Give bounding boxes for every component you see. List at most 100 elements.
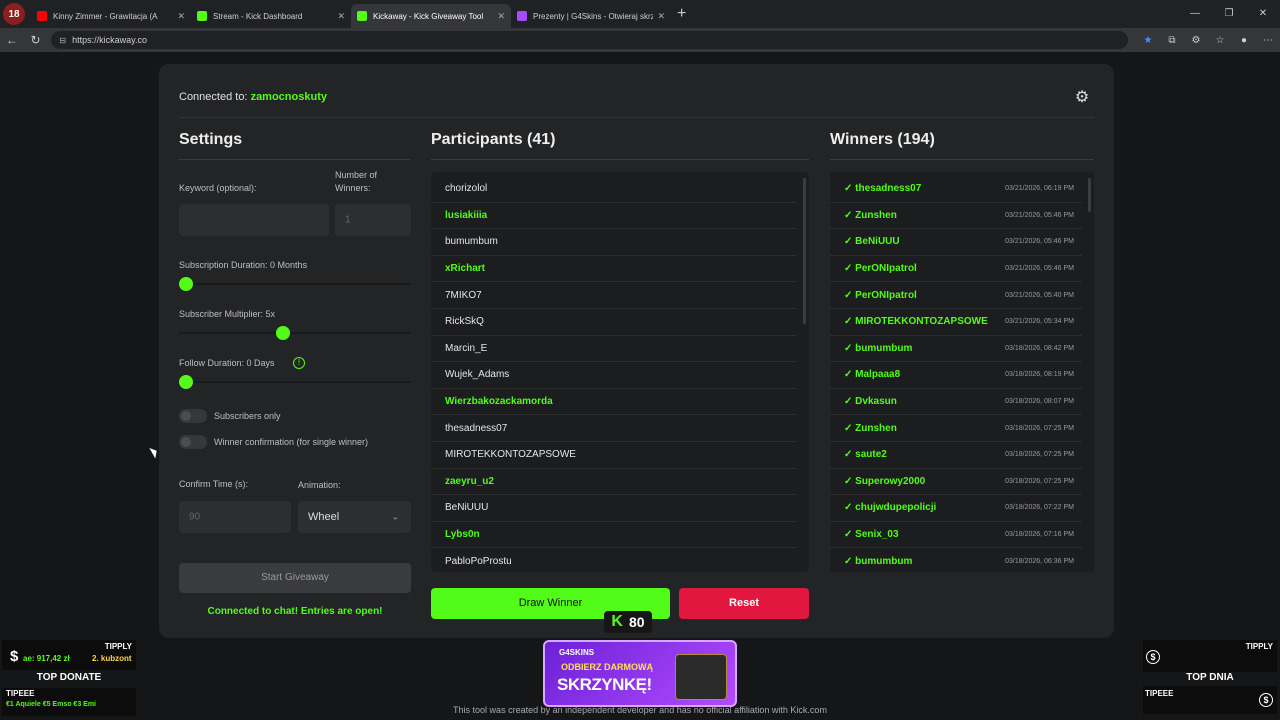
winner-row[interactable]: ✓ Superowy2000 03/18/2026, 07:25 PM (830, 469, 1082, 496)
kick-badge-count: 80 (628, 614, 645, 630)
browser-tab[interactable]: Kinny Zimmer - Grawitacja (A ✕ (31, 4, 191, 28)
subscriber-multiplier-label: Subscriber Multiplier: 5x (179, 309, 276, 319)
winner-confirmation-toggle[interactable] (179, 435, 207, 449)
start-giveaway-button[interactable]: Start Giveaway (179, 563, 411, 593)
tab-close-icon[interactable]: ✕ (497, 11, 505, 22)
winner-row[interactable]: ✓ Zunshen 03/18/2026, 07:25 PM (830, 415, 1082, 442)
promo-line2: SKRZYNKĘ! (557, 675, 652, 694)
site-info-icon[interactable]: ⊟ (59, 36, 66, 45)
winner-name: ✓ Dvkasun (844, 396, 897, 408)
tipeee-left-label: TIPEEE (6, 689, 35, 698)
winner-row[interactable]: ✓ bumumbum 03/18/2026, 08:42 PM (830, 336, 1082, 363)
subscriber-multiplier-track[interactable] (179, 332, 411, 334)
winner-row[interactable]: ✓ BeNiUUU 03/21/2026, 05:46 PM (830, 229, 1082, 256)
subscriber-multiplier-slider-handle[interactable] (275, 326, 290, 340)
top-donor-rank: 2. kubzont (92, 654, 132, 663)
tab-close-icon[interactable]: ✕ (177, 11, 185, 22)
participant-row[interactable]: zaeyru_u2 (431, 469, 797, 496)
tab-close-icon[interactable]: ✕ (657, 11, 665, 22)
participant-row[interactable]: xRichart (431, 256, 797, 283)
url-field[interactable]: ⊟ https://kickaway.co (51, 31, 1128, 49)
winner-row[interactable]: ✓ chujwdupepolicji 03/18/2026, 07:22 PM (830, 495, 1082, 522)
g4skins-promo-banner[interactable]: G4SKINS ODBIERZ DARMOWĄ SKRZYNKĘ! (543, 640, 737, 707)
browser-tab[interactable]: Stream - Kick Dashboard ✕ (191, 4, 351, 28)
confirm-time-placeholder: 90 (189, 511, 201, 523)
participants-scrollbar[interactable] (803, 178, 806, 324)
winner-row[interactable]: ✓ MIROTEKKONTOZAPSOWE 03/21/2026, 05:34 P… (830, 309, 1082, 336)
participant-row[interactable]: lusiakiiia (431, 203, 797, 230)
winner-name: ✓ MIROTEKKONTOZAPSOWE (844, 316, 988, 328)
participant-row[interactable]: Wierzbakozackamorda (431, 389, 797, 416)
winner-row[interactable]: ✓ Zunshen 03/21/2026, 05:46 PM (830, 203, 1082, 230)
participant-row[interactable]: thesadness07 (431, 415, 797, 442)
browser-tab[interactable]: Prezenty | G4Skins - Otwieraj skrz ✕ (511, 4, 671, 28)
follow-duration-slider-handle[interactable] (179, 375, 193, 389)
winner-row[interactable]: ✓ bumumbum 03/18/2026, 06:36 PM (830, 548, 1082, 572)
subscription-duration-track[interactable] (179, 283, 411, 285)
winners-count-label-line2: Winners: (335, 183, 371, 193)
tab-favicon-icon (197, 11, 207, 21)
winner-name: ✓ thesadness07 (844, 183, 922, 195)
reset-button[interactable]: Reset (679, 588, 809, 619)
channel-name: zamocnoskuty (250, 91, 327, 103)
tipply-right-widget: TIPPLY $ (1143, 640, 1277, 672)
subscription-duration-slider-handle[interactable] (179, 277, 193, 291)
close-window-icon[interactable]: ✕ (1246, 0, 1280, 28)
address-bar-row: ← ↻ ⊟ https://kickaway.co ★ ⧉ ⚙ ☆ ● ⋯ (0, 28, 1280, 52)
winner-name: ✓ bumumbum (844, 555, 913, 567)
participant-row[interactable]: PabloPoProstu (431, 548, 797, 572)
browser-tab[interactable]: Kickaway - Kick Giveaway Tool ✕ (351, 4, 511, 28)
browser-tab-bar: 18 Kinny Zimmer - Grawitacja (A ✕ Stream -… (0, 0, 1280, 28)
winners-count-input[interactable]: 1 (335, 204, 411, 236)
winner-name: ✓ Zunshen (844, 422, 897, 434)
participant-row[interactable]: bumumbum (431, 229, 797, 256)
connection-label: Connected to: (179, 91, 251, 103)
reload-icon[interactable]: ↻ (24, 33, 48, 47)
winner-row[interactable]: ✓ Senix_03 03/18/2026, 07:16 PM (830, 522, 1082, 549)
winner-row[interactable]: ✓ Dvkasun 03/18/2026, 08:07 PM (830, 389, 1082, 416)
app-logo-icon[interactable]: 18 (3, 3, 25, 25)
back-icon[interactable]: ← (0, 33, 24, 47)
confirm-time-input[interactable]: 90 (179, 501, 291, 533)
winner-timestamp: 03/18/2026, 08:42 PM (1005, 344, 1074, 352)
participant-row[interactable]: Marcin_E (431, 336, 797, 363)
follow-duration-track[interactable] (179, 381, 411, 383)
keyword-label: Keyword (optional): (179, 183, 257, 193)
menu-icon[interactable]: ⋯ (1256, 35, 1280, 46)
extensions-icon[interactable]: ⧉ (1160, 35, 1184, 46)
winner-row[interactable]: ✓ Malpaaa8 03/18/2026, 08:19 PM (830, 362, 1082, 389)
url-text: https://kickaway.co (72, 35, 147, 45)
participant-row[interactable]: RickSkQ (431, 309, 797, 336)
bookmark-star-icon[interactable]: ★ (1136, 35, 1160, 46)
winners-list[interactable]: ✓ thesadness07 03/21/2026, 06:19 PM ✓ Zuns… (830, 172, 1094, 572)
participant-row[interactable]: Wujek_Adams (431, 362, 797, 389)
favorites-icon[interactable]: ☆ (1208, 35, 1232, 46)
tab-close-icon[interactable]: ✕ (337, 11, 345, 22)
winner-row[interactable]: ✓ PerONIpatrol 03/21/2026, 05:46 PM (830, 256, 1082, 283)
participant-row[interactable]: MIROTEKKONTOZAPSOWE (431, 442, 797, 469)
tab-label: Stream - Kick Dashboard (213, 11, 303, 21)
participant-row[interactable]: 7MIKO7 (431, 282, 797, 309)
winner-row[interactable]: ✓ PerONIpatrol 03/21/2026, 05:40 PM (830, 282, 1082, 309)
profile-avatar[interactable]: ● (1232, 35, 1256, 46)
subscribers-only-toggle[interactable] (179, 409, 207, 423)
restore-icon[interactable]: ❐ (1212, 0, 1246, 28)
animation-select[interactable]: Wheel ⌄ (298, 501, 411, 533)
winner-row[interactable]: ✓ thesadness07 03/21/2026, 06:19 PM (830, 176, 1082, 203)
settings-title: Settings (179, 131, 411, 160)
gear-icon[interactable]: ⚙ (1072, 88, 1092, 108)
participant-row[interactable]: BeNiUUU (431, 495, 797, 522)
winner-name: ✓ saute2 (844, 449, 887, 461)
participants-title: Participants (41) (431, 131, 809, 160)
minimize-icon[interactable]: — (1178, 0, 1212, 28)
winners-scrollbar[interactable] (1088, 178, 1091, 212)
participant-row[interactable]: Lybs0n (431, 522, 797, 549)
sidebar-icon[interactable]: ⚙ (1184, 35, 1208, 46)
winner-row[interactable]: ✓ saute2 03/18/2026, 07:25 PM (830, 442, 1082, 469)
keyword-input[interactable] (179, 204, 329, 236)
participants-list[interactable]: chorizolol lusiakiiia bumumbum xRichart 7MIK… (431, 172, 809, 572)
kick-logo-icon: K (611, 613, 623, 630)
info-icon[interactable]: ! (293, 357, 305, 369)
new-tab-button[interactable]: + (677, 5, 686, 23)
participant-row[interactable]: chorizolol (431, 176, 797, 203)
